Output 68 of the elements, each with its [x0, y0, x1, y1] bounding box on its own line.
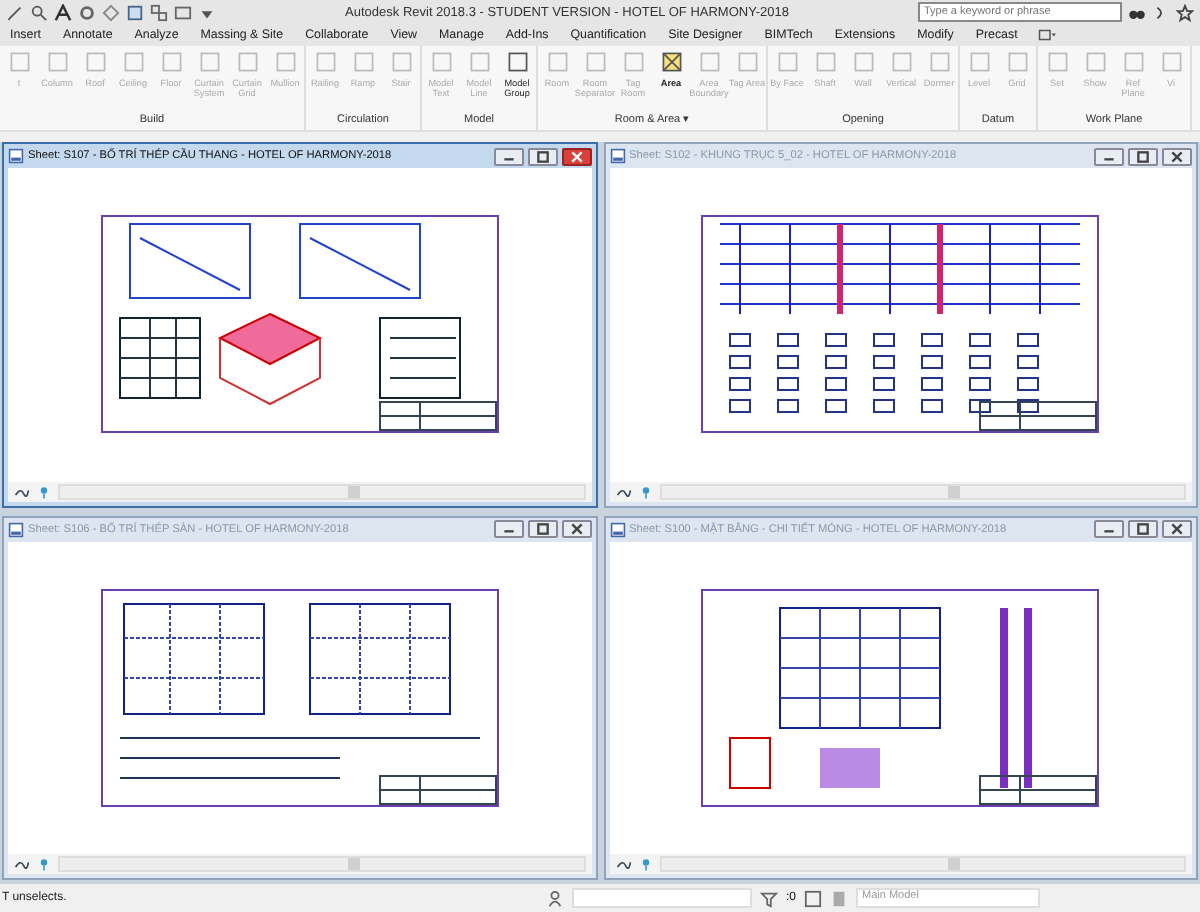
square-icon	[505, 50, 529, 74]
text-icon[interactable]	[54, 3, 72, 21]
square-icon	[197, 50, 221, 74]
minimize-button[interactable]	[1094, 147, 1124, 165]
square-icon	[967, 50, 991, 74]
maximize-button[interactable]	[527, 147, 557, 165]
square-icon	[121, 50, 145, 74]
square-icon	[159, 50, 183, 74]
panel-toggle-icon[interactable]	[1037, 26, 1056, 44]
close-button[interactable]	[561, 520, 591, 538]
sheet-icon	[8, 148, 24, 164]
maximize-button[interactable]	[527, 520, 557, 538]
square-icon	[1159, 50, 1183, 74]
pin-icon[interactable]	[36, 483, 52, 499]
square-icon	[697, 50, 721, 74]
square-icon	[273, 50, 297, 74]
square-icon	[7, 50, 31, 74]
square-icon	[45, 50, 69, 74]
view-control-icon[interactable]	[615, 856, 631, 872]
square-icon	[83, 50, 107, 74]
sheet-icon	[609, 148, 625, 164]
sheet-icon	[609, 521, 625, 537]
close-button[interactable]	[1162, 147, 1192, 165]
square-icon	[1005, 50, 1029, 74]
square-icon	[851, 50, 875, 74]
square-icon	[351, 50, 375, 74]
square-icon	[235, 50, 259, 74]
minimize-button[interactable]	[493, 520, 523, 538]
square-icon	[1045, 50, 1069, 74]
close-button[interactable]	[561, 147, 591, 165]
gear-icon[interactable]	[78, 3, 96, 21]
horizontal-scrollbar[interactable]	[58, 856, 585, 872]
close-views-icon[interactable]	[174, 3, 192, 21]
maximize-button[interactable]	[1128, 520, 1158, 538]
star-icon[interactable]	[1175, 3, 1194, 21]
square-icon	[429, 50, 453, 74]
maximize-button[interactable]	[1128, 147, 1158, 165]
horizontal-scrollbar[interactable]	[58, 483, 585, 499]
editable-icon[interactable]	[804, 889, 823, 907]
square-icon	[621, 50, 645, 74]
square-icon	[1121, 50, 1145, 74]
windows-icon[interactable]	[150, 3, 168, 21]
close-button[interactable]	[1162, 520, 1192, 538]
square-icon	[467, 50, 491, 74]
square-icon	[583, 50, 607, 74]
pin-icon[interactable]	[36, 856, 52, 872]
diamond-icon[interactable]	[102, 3, 120, 21]
square-icon	[735, 50, 759, 74]
view-control-icon[interactable]	[14, 856, 30, 872]
horizontal-scrollbar[interactable]	[659, 483, 1186, 499]
square-icon	[389, 50, 413, 74]
square-icon	[889, 50, 913, 74]
pin-icon[interactable]	[637, 856, 653, 872]
sheet-icon	[8, 521, 24, 537]
square-icon	[813, 50, 837, 74]
workset-icon[interactable]	[546, 889, 564, 907]
square-icon	[313, 50, 337, 74]
square-icon	[545, 50, 569, 74]
minimize-button[interactable]	[1094, 520, 1124, 538]
horizontal-scrollbar[interactable]	[659, 856, 1186, 872]
crossed-square-icon	[659, 50, 683, 74]
square-icon	[775, 50, 799, 74]
pin-icon[interactable]	[637, 483, 653, 499]
sheet-icon[interactable]	[126, 3, 144, 21]
minimize-button[interactable]	[493, 147, 523, 165]
square-icon	[927, 50, 951, 74]
filter-icon[interactable]	[760, 889, 778, 907]
square-icon	[1083, 50, 1107, 74]
